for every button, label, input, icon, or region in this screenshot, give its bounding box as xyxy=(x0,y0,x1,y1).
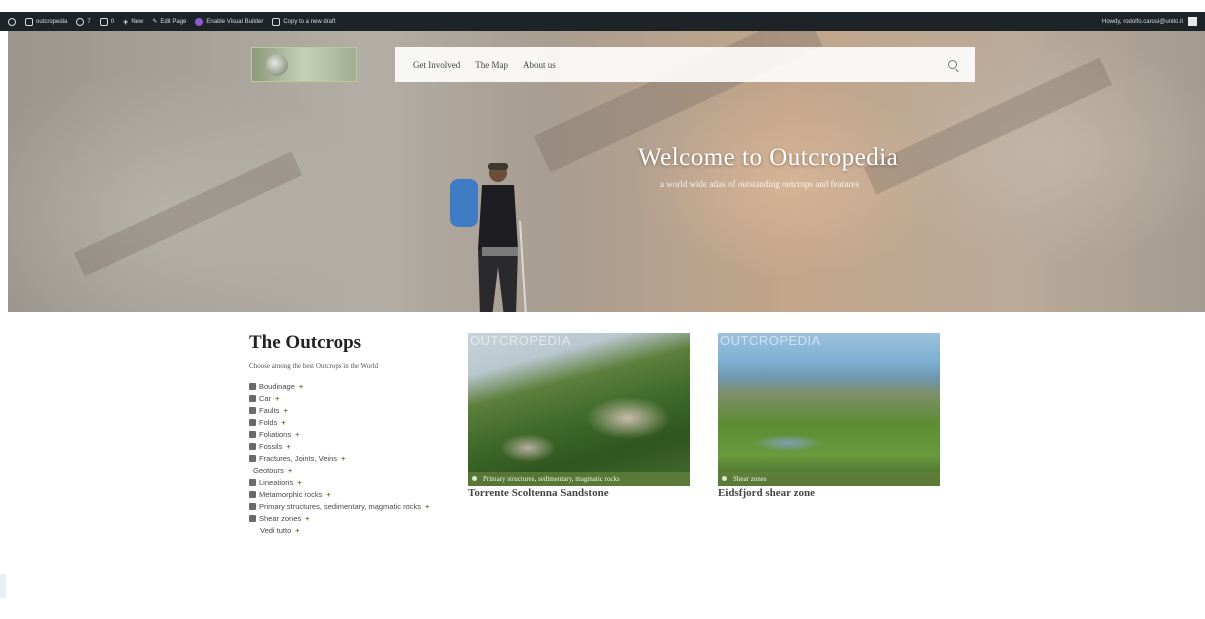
sidebar-description: Choose among the best Outcrops in the Wo… xyxy=(249,362,378,370)
comment-icon xyxy=(99,17,108,26)
pin-icon xyxy=(722,476,727,481)
expand-icon[interactable]: + xyxy=(281,417,285,429)
category-caption[interactable]: Primary structures, sedimentary, magmati… xyxy=(468,472,690,486)
category-item-lineations[interactable]: Lineations + xyxy=(249,477,459,489)
hero-banner: Get Involved The Map About us Welcome to… xyxy=(8,31,1205,312)
visual-builder-link[interactable]: Enable Visual Builder xyxy=(195,17,263,26)
boudinage-icon xyxy=(249,383,256,390)
outcrop-card[interactable]: OUTCROPEDIA Primary structures, sediment… xyxy=(468,333,690,499)
hero-title: Welcome to Outcropedia xyxy=(638,144,899,171)
main-nav: Get Involved The Map About us xyxy=(395,47,975,82)
category-item-vedi-tutto[interactable]: Vedi tutto + xyxy=(249,525,459,537)
site-logo[interactable] xyxy=(251,47,357,82)
site-name-link[interactable]: outcropedia xyxy=(25,17,67,26)
search-icon[interactable] xyxy=(948,60,957,69)
category-list: Boudinage + Car + Faults + Folds + Foliation… xyxy=(249,381,459,537)
outcrops-sidebar: The Outcrops Choose among the best Outcr… xyxy=(249,332,459,537)
shear-zones-icon xyxy=(249,515,256,522)
category-item-car[interactable]: Car + xyxy=(249,393,459,405)
outcrop-photo[interactable]: OUTCROPEDIA Shear zones xyxy=(718,333,940,486)
category-caption[interactable]: Shear zones xyxy=(718,472,940,486)
primary-structures-icon xyxy=(249,503,256,510)
new-content-link[interactable]: + New xyxy=(123,16,143,27)
category-item-metamorphic[interactable]: Metamorphic rocks + xyxy=(249,489,459,501)
expand-icon[interactable]: + xyxy=(305,513,309,525)
expand-icon[interactable]: + xyxy=(295,429,299,441)
category-item-foliations[interactable]: Foliations + xyxy=(249,429,459,441)
expand-icon[interactable]: + xyxy=(341,453,345,465)
divi-icon xyxy=(195,17,204,26)
comments-link[interactable]: 0 xyxy=(99,17,114,26)
logo-globe-icon xyxy=(266,54,288,76)
foliations-icon xyxy=(249,431,256,438)
expand-icon[interactable]: + xyxy=(275,393,279,405)
copy-draft-link[interactable]: Copy to a new draft xyxy=(272,17,335,26)
account-menu[interactable]: Howdy, rodolfo.carosi@unito.it xyxy=(1102,17,1197,26)
expand-icon[interactable]: + xyxy=(425,501,429,513)
rock-texture xyxy=(73,151,303,277)
category-item-boudinage[interactable]: Boudinage + xyxy=(249,381,459,393)
admin-bar: outcropedia 7 0 + New ✎ Edit Page Enable V… xyxy=(0,12,1205,31)
outcrop-title[interactable]: Torrente Scoltenna Sandstone xyxy=(468,487,690,499)
car-icon xyxy=(249,395,256,402)
outcrop-photo[interactable]: OUTCROPEDIA Primary structures, sediment… xyxy=(468,333,690,486)
metamorphic-icon xyxy=(249,491,256,498)
home-icon xyxy=(25,17,33,26)
nav-item-get-involved[interactable]: Get Involved xyxy=(413,60,460,70)
plus-icon: + xyxy=(123,16,129,27)
watermark: OUTCROPEDIA xyxy=(720,333,821,348)
lineations-icon xyxy=(249,479,256,486)
wordpress-logo-icon[interactable] xyxy=(8,17,16,26)
expand-icon[interactable]: + xyxy=(326,489,330,501)
hero-subtitle: a world wide atlas of outstanding outcro… xyxy=(660,179,859,189)
category-item-fossils[interactable]: Fossils + xyxy=(249,441,459,453)
watermark: OUTCROPEDIA xyxy=(470,333,571,348)
category-item-primary-structures[interactable]: Primary structures, sedimentary, magmati… xyxy=(249,501,459,513)
expand-icon[interactable]: + xyxy=(295,525,299,537)
edit-page-link[interactable]: ✎ Edit Page xyxy=(152,18,186,26)
folds-icon xyxy=(249,419,256,426)
expand-icon[interactable]: + xyxy=(297,477,301,489)
sidebar-title: The Outcrops xyxy=(249,332,362,353)
outcrop-title[interactable]: Eidsfjord shear zone xyxy=(718,487,940,499)
edge-decoration xyxy=(0,574,6,598)
expand-icon[interactable]: + xyxy=(288,465,292,477)
category-item-fractures[interactable]: Fractures, Joints, Veins + xyxy=(249,453,459,465)
updates-link[interactable]: 7 xyxy=(76,17,91,26)
category-item-faults[interactable]: Faults + xyxy=(249,405,459,417)
copy-icon xyxy=(272,17,281,26)
fractures-icon xyxy=(249,455,256,462)
category-item-shear-zones[interactable]: Shear zones + xyxy=(249,513,459,525)
refresh-icon xyxy=(76,17,85,26)
category-item-folds[interactable]: Folds + xyxy=(249,417,459,429)
pencil-icon: ✎ xyxy=(152,19,158,25)
avatar xyxy=(1188,17,1197,26)
fossils-icon xyxy=(249,443,256,450)
category-item-geotours[interactable]: Geotours + xyxy=(249,465,459,477)
outcrop-card[interactable]: OUTCROPEDIA Shear zones Eidsfjord shear … xyxy=(718,333,940,499)
nav-item-the-map[interactable]: The Map xyxy=(475,60,508,70)
faults-icon xyxy=(249,407,256,414)
expand-icon[interactable]: + xyxy=(283,405,287,417)
pin-icon xyxy=(472,476,477,481)
nav-item-about-us[interactable]: About us xyxy=(523,60,556,70)
hiker-figure xyxy=(450,163,527,312)
expand-icon[interactable]: + xyxy=(286,441,290,453)
expand-icon[interactable]: + xyxy=(299,381,303,393)
